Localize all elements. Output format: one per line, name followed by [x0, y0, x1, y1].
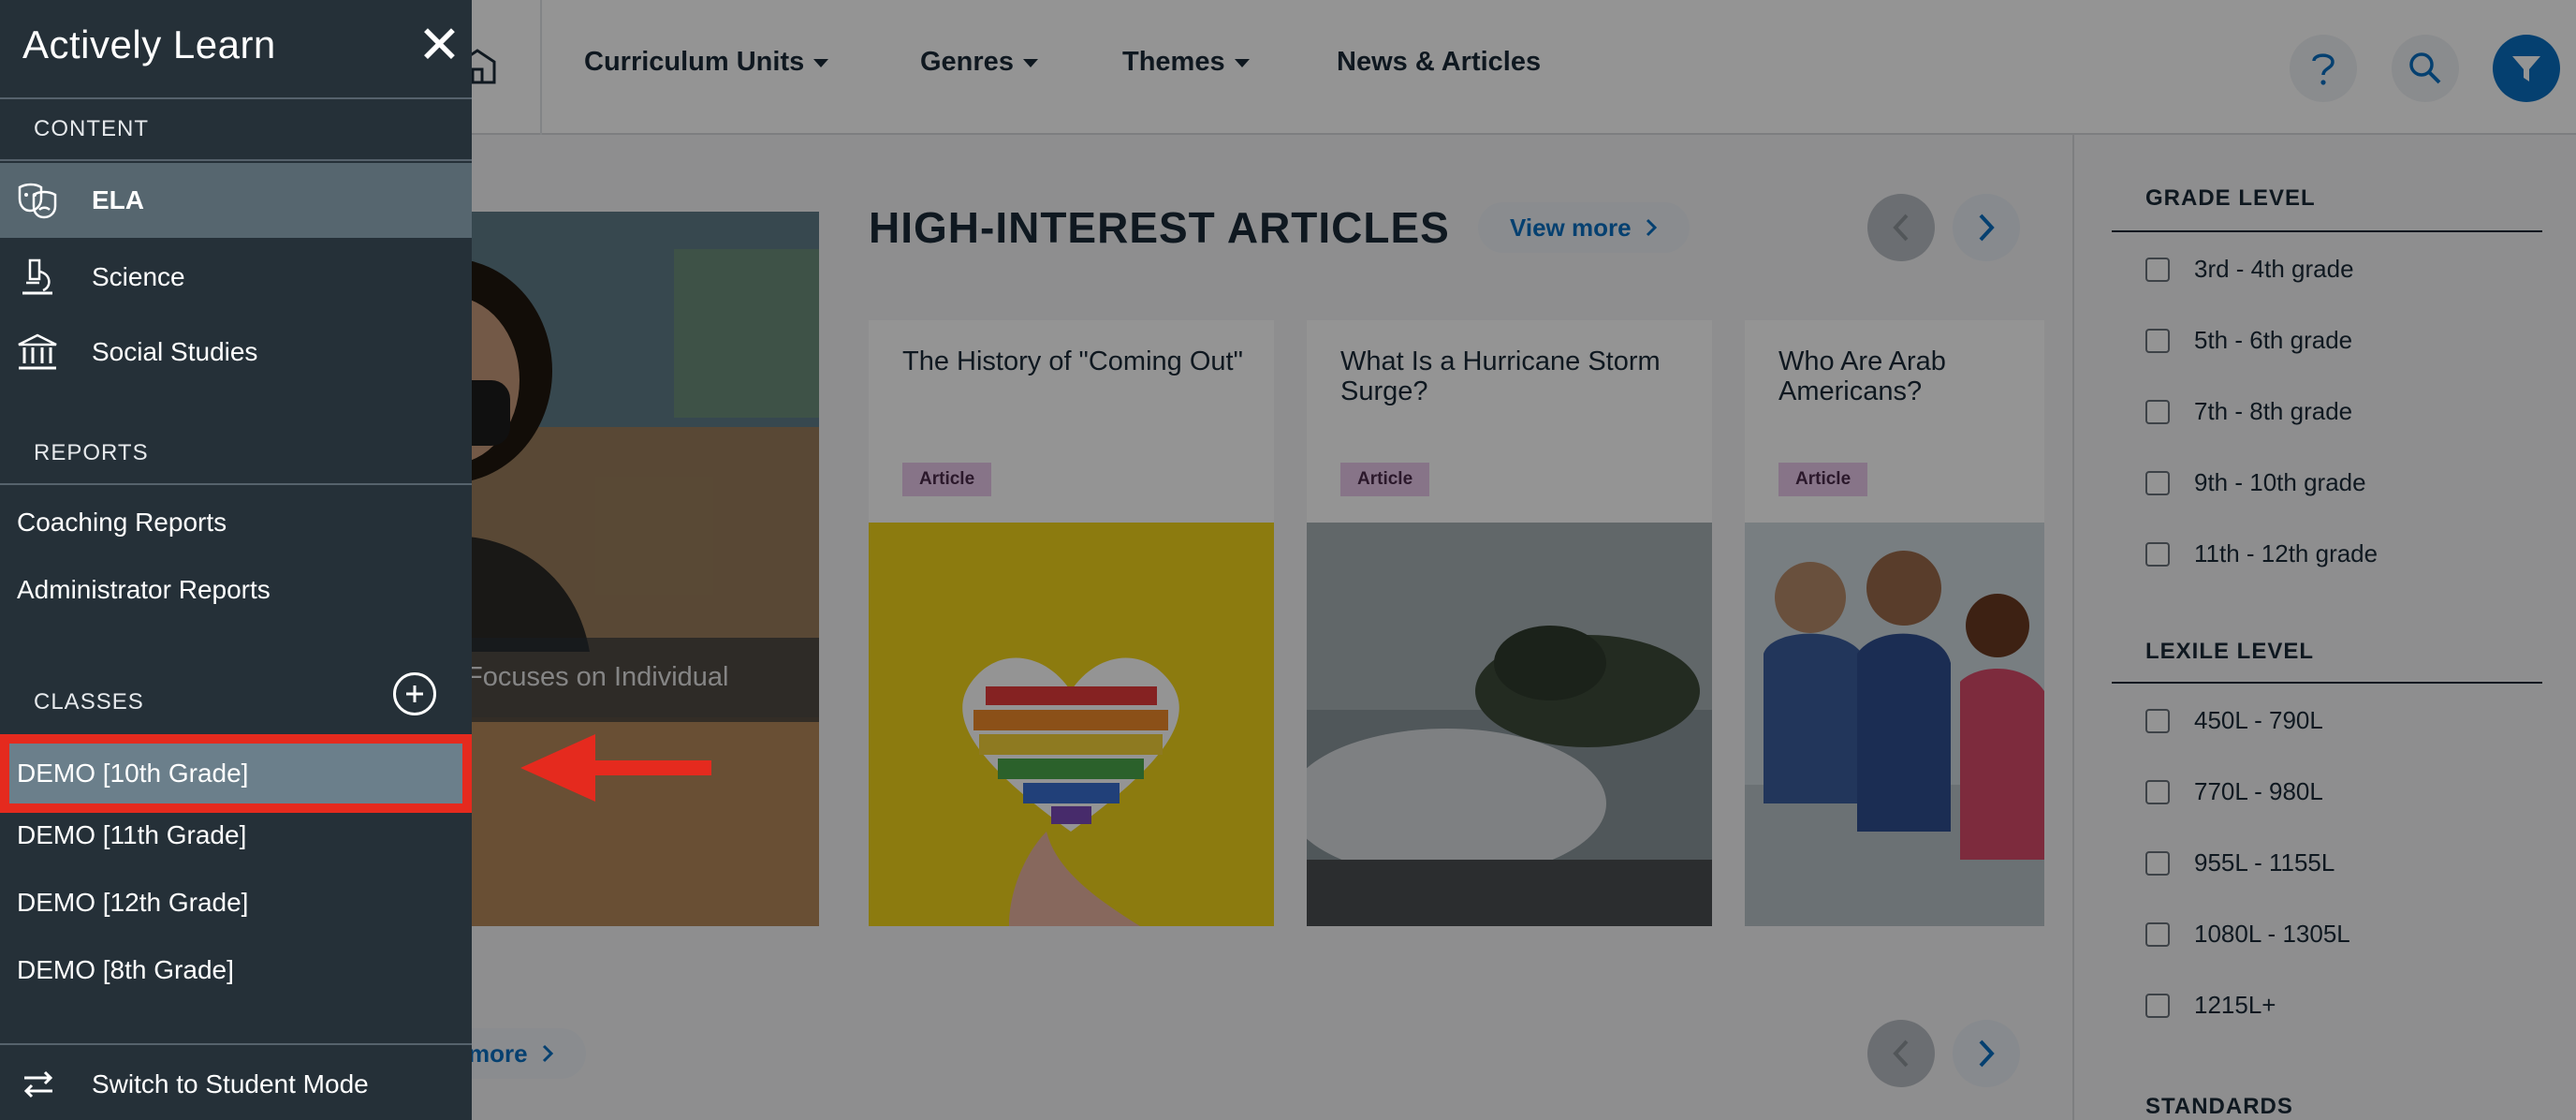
class-label: DEMO [11th Grade] [17, 820, 247, 849]
plus-icon [406, 685, 423, 702]
institution-icon [18, 333, 57, 370]
drawer-link-administrator-reports[interactable]: Administrator Reports [17, 575, 271, 605]
annotation-arrow-icon [520, 734, 711, 802]
close-icon[interactable]: ✕ [417, 19, 461, 71]
swap-arrows-icon [23, 1070, 53, 1098]
drawer-item-science[interactable]: Science [0, 240, 472, 315]
class-item-demo-11th[interactable]: DEMO [11th Grade] [0, 802, 472, 869]
drawer-divider [0, 97, 472, 99]
microscope-icon [22, 258, 52, 295]
class-label: DEMO [10th Grade] [17, 759, 249, 788]
drawer-divider [0, 483, 472, 485]
side-drawer: Actively Learn ✕ CONTENT ELA Science Soc… [0, 0, 472, 1120]
class-label: DEMO [12th Grade] [17, 888, 249, 917]
switch-mode-label: Switch to Student Mode [92, 1069, 369, 1098]
drawer-item-ela[interactable]: ELA [0, 163, 472, 238]
theater-masks-icon [18, 183, 57, 219]
section-heading-classes: CLASSES [34, 689, 144, 715]
add-class-button[interactable] [393, 672, 436, 715]
drawer-link-coaching-reports[interactable]: Coaching Reports [17, 508, 227, 538]
app-logo: Actively Learn [22, 22, 276, 66]
section-heading-content: CONTENT [34, 116, 149, 141]
drawer-item-social-studies[interactable]: Social Studies [0, 315, 472, 390]
drawer-item-label: Social Studies [92, 337, 258, 366]
drawer-item-label: ELA [92, 185, 144, 214]
drawer-item-label: Science [92, 262, 185, 291]
section-heading-reports: REPORTS [34, 440, 149, 465]
class-item-demo-8th[interactable]: DEMO [8th Grade] [0, 936, 472, 1004]
switch-student-mode-button[interactable]: Switch to Student Mode [0, 1043, 472, 1120]
class-item-demo-12th[interactable]: DEMO [12th Grade] [0, 869, 472, 936]
class-label: DEMO [8th Grade] [17, 955, 234, 984]
drawer-divider [0, 159, 472, 161]
